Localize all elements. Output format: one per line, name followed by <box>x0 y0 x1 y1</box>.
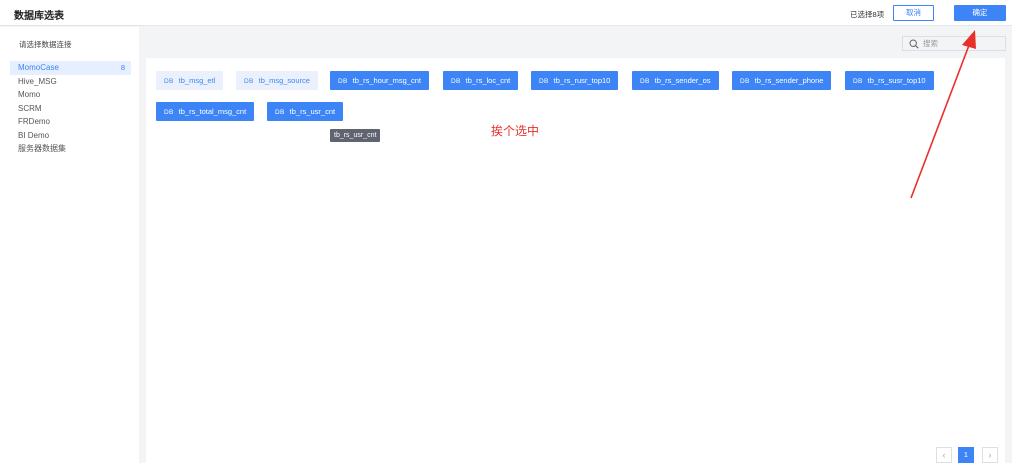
sidebar-item-label: BI Demo <box>18 130 50 140</box>
db-badge: DB <box>640 78 650 85</box>
top-bar: 数据库选表 已选择8项 取消 确定 <box>0 0 1012 26</box>
search-icon <box>909 39 919 49</box>
page-number-current[interactable]: 1 <box>958 447 974 463</box>
db-badge: DB <box>164 109 174 116</box>
table-chip-tb-rs-hour-msg-cnt[interactable]: DB tb_rs_hour_msg_cnt <box>330 71 430 90</box>
page-title: 数据库选表 <box>14 11 64 22</box>
main-header <box>140 27 1012 58</box>
table-chip-tb-rs-susr-top10[interactable]: DB tb_rs_susr_top10 <box>845 71 934 90</box>
sidebar-item-label: MomoCase <box>18 63 59 72</box>
connection-list: MomoCase 8 Hive_MSG Momo SCRM FRDemo BI … <box>10 61 131 156</box>
table-chip-label: tb_rs_hour_msg_cnt <box>352 76 422 85</box>
table-chip-tb-rs-rusr-top10[interactable]: DB tb_rs_rusr_top10 <box>531 71 619 90</box>
table-chip-tb-msg-source[interactable]: DB tb_msg_source <box>236 71 318 90</box>
sidebar-item-bi-demo[interactable]: BI Demo <box>10 129 131 143</box>
sidebar-item-momo[interactable]: Momo <box>10 88 131 102</box>
db-badge: DB <box>539 78 549 85</box>
table-chip-label: tb_rs_susr_top10 <box>867 76 926 85</box>
sidebar-item-scrm[interactable]: SCRM <box>10 102 131 116</box>
db-badge: DB <box>740 78 750 85</box>
table-chip-label: tb_rs_loc_cnt <box>465 76 511 85</box>
sidebar-heading: 请选择数据连接 <box>19 40 72 49</box>
table-chip-tb-rs-usr-cnt[interactable]: DB tb_rs_usr_cnt <box>267 102 344 121</box>
search-box[interactable] <box>902 36 1006 51</box>
db-badge: DB <box>853 78 863 85</box>
table-chip-label: tb_rs_sender_os <box>654 76 711 85</box>
selected-count-text: 已选择8项 <box>850 10 885 19</box>
chip-tooltip: tb_rs_usr_cnt <box>330 129 381 142</box>
sidebar-item-server-dataset[interactable]: 服务器数据集 <box>10 142 131 156</box>
sidebar-item-momocase[interactable]: MomoCase 8 <box>10 61 131 75</box>
sidebar-item-label: SCRM <box>18 103 42 113</box>
table-chip-label: tb_msg_source <box>258 76 310 85</box>
sidebar-item-frdemo[interactable]: FRDemo <box>10 115 131 129</box>
sidebar-item-label: FRDemo <box>18 117 51 126</box>
db-badge: DB <box>275 109 285 116</box>
table-chip-label: tb_rs_rusr_top10 <box>553 76 611 85</box>
sidebar-item-label: Momo <box>18 90 41 99</box>
db-badge: DB <box>164 78 174 85</box>
confirm-button[interactable]: 确定 <box>954 5 1006 21</box>
sidebar-item-label: 服务器数据集 <box>18 144 66 153</box>
table-chip-tb-rs-sender-phone[interactable]: DB tb_rs_sender_phone <box>732 71 832 90</box>
sidebar-item-label: Hive_MSG <box>18 76 57 86</box>
table-chip-label: tb_msg_etl <box>178 76 216 85</box>
table-chip-label: tb_rs_sender_phone <box>754 76 824 85</box>
table-chip-tb-rs-total-msg-cnt[interactable]: DB tb_rs_total_msg_cnt <box>156 102 255 121</box>
table-chip-label: tb_rs_usr_cnt <box>289 107 336 116</box>
sidebar-item-count: 8 <box>120 63 125 72</box>
connection-sidebar: 请选择数据连接 MomoCase 8 Hive_MSG Momo SCRM FR… <box>0 27 139 463</box>
table-chip-tb-rs-sender-os[interactable]: DB tb_rs_sender_os <box>632 71 719 90</box>
annotation-text: 挨个选中 <box>491 124 540 138</box>
table-chip-label: tb_rs_total_msg_cnt <box>178 107 247 116</box>
cancel-button[interactable]: 取消 <box>893 5 934 21</box>
next-page-button[interactable]: › <box>982 447 998 463</box>
table-chip-tb-msg-etl[interactable]: DB tb_msg_etl <box>156 71 224 90</box>
table-chip-tb-rs-loc-cnt[interactable]: DB tb_rs_loc_cnt <box>443 71 519 90</box>
table-list-panel: DB tb_msg_etl DB tb_msg_source DB tb_rs_hou… <box>146 58 1005 463</box>
sidebar-item-hive-msg[interactable]: Hive_MSG <box>10 75 131 89</box>
search-input[interactable] <box>923 38 1001 49</box>
db-badge: DB <box>338 78 348 85</box>
db-badge: DB <box>244 78 254 85</box>
prev-page-button[interactable]: ‹ <box>936 447 952 463</box>
db-badge: DB <box>451 78 461 85</box>
